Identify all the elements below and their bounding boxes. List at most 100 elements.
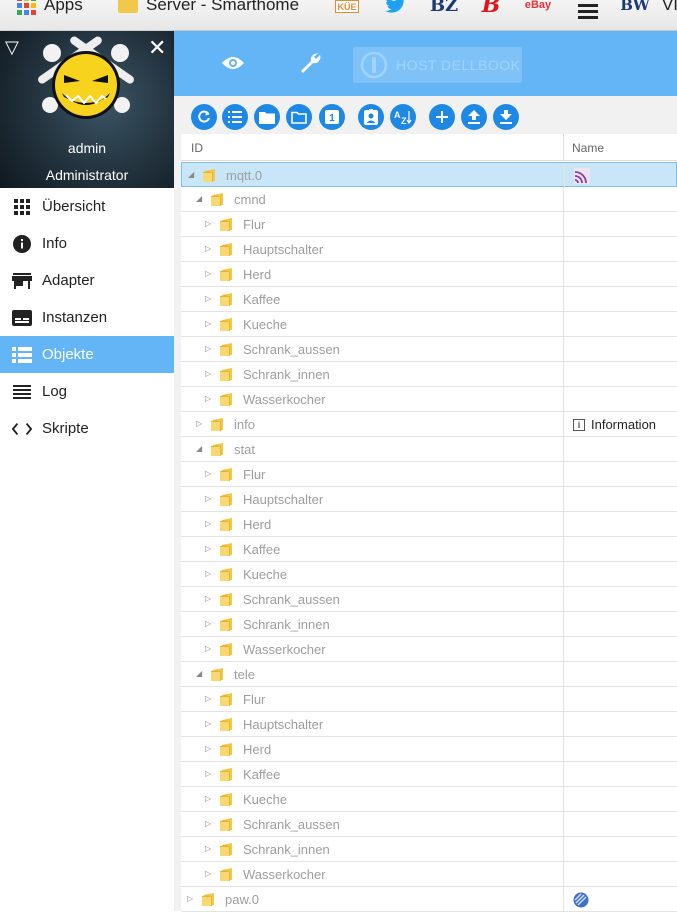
bookmark-b-icon[interactable]: B xyxy=(480,0,502,18)
table-row[interactable]: ▷ Kaffee xyxy=(181,762,677,787)
refresh-button[interactable] xyxy=(191,104,217,130)
expand-triangle-icon[interactable]: ▷ xyxy=(205,295,213,303)
table-row[interactable]: ▷ Schrank_aussen xyxy=(181,337,677,362)
table-row[interactable]: ▷ Hauptschalter xyxy=(181,237,677,262)
list-view-button[interactable] xyxy=(222,104,248,130)
table-row[interactable]: ▷ Schrank_innen xyxy=(181,612,677,637)
table-row[interactable]: ▷ Kueche xyxy=(181,562,677,587)
collapse-triangle-icon[interactable]: ◢ xyxy=(196,670,204,678)
table-row[interactable]: ▷ Herd xyxy=(181,737,677,762)
expand-triangle-icon[interactable]: ▷ xyxy=(205,645,213,653)
table-row[interactable]: ▷ Kueche xyxy=(181,787,677,812)
expand-triangle-icon[interactable]: ▷ xyxy=(205,695,213,703)
sidebar-item-info[interactable]: Info xyxy=(0,225,174,262)
table-row[interactable]: ▷ Hauptschalter xyxy=(181,487,677,512)
expand-triangle-icon[interactable]: ▷ xyxy=(205,245,213,253)
expand-triangle-icon[interactable]: ▷ xyxy=(205,470,213,478)
expand-triangle-icon[interactable]: ▷ xyxy=(205,595,213,603)
bookmark-apps[interactable]: Apps xyxy=(17,0,83,16)
host-selector[interactable]: HOST DELLBOOK xyxy=(353,47,522,83)
table-row[interactable]: ▷ info i Information xyxy=(181,412,677,437)
expand-triangle-icon[interactable]: ▷ xyxy=(205,570,213,578)
table-row[interactable]: ▷ Wasserkocher xyxy=(181,637,677,662)
table-row[interactable]: ▷ Herd xyxy=(181,512,677,537)
table-row[interactable]: ▷ Wasserkocher xyxy=(181,387,677,412)
download-button[interactable] xyxy=(493,104,519,130)
bookmark-ebay-icon[interactable]: eBay xyxy=(525,0,551,14)
expand-triangle-icon[interactable]: ▷ xyxy=(205,770,213,778)
collapse-folders-button[interactable] xyxy=(286,104,312,130)
table-row[interactable]: ▷ Schrank_innen xyxy=(181,362,677,387)
expand-triangle-icon[interactable]: ▷ xyxy=(205,270,213,278)
dropdown-triangle-icon[interactable]: ▽ xyxy=(5,37,19,58)
expand-triangle-icon[interactable]: ▷ xyxy=(205,820,213,828)
bookmark-bz-icon[interactable]: BZ xyxy=(430,0,458,16)
expand-triangle-icon[interactable]: ▷ xyxy=(205,795,213,803)
expand-triangle-icon[interactable]: ▷ xyxy=(205,845,213,853)
user-name: admin xyxy=(67,140,107,156)
column-divider xyxy=(563,512,564,537)
table-row[interactable]: ▷ Hauptschalter xyxy=(181,712,677,737)
expand-triangle-icon[interactable]: ▷ xyxy=(196,420,204,428)
add-object-button[interactable] xyxy=(429,104,455,130)
sidebar-item-log[interactable]: Log xyxy=(0,373,174,410)
close-icon[interactable]: ✕ xyxy=(148,35,166,61)
table-row[interactable]: ▷ Schrank_aussen xyxy=(181,812,677,837)
expand-triangle-icon[interactable]: ▷ xyxy=(205,370,213,378)
eye-icon[interactable] xyxy=(220,50,246,76)
sidebar-item-instanzen[interactable]: Instanzen xyxy=(0,299,174,336)
folder-icon xyxy=(202,892,216,906)
collapse-triangle-icon[interactable]: ◢ xyxy=(188,171,196,179)
expand-triangle-icon[interactable]: ▷ xyxy=(187,895,195,903)
expand-triangle-icon[interactable]: ▷ xyxy=(205,720,213,728)
column-divider[interactable] xyxy=(563,134,564,161)
expand-triangle-icon[interactable]: ▷ xyxy=(205,220,213,228)
table-row[interactable]: ◢ tele xyxy=(181,662,677,687)
table-row[interactable]: ▷ Herd xyxy=(181,262,677,287)
column-divider xyxy=(563,462,564,487)
table-row[interactable]: ◢ stat xyxy=(181,437,677,462)
bookmark-server-smarthome[interactable]: Server - Smarthome xyxy=(118,0,299,16)
bookmark-kue-icon[interactable]: KÜE xyxy=(335,0,359,13)
table-row[interactable]: ◢ mqtt.0 xyxy=(181,162,677,188)
expand-triangle-icon[interactable]: ▷ xyxy=(205,620,213,628)
column-header-id[interactable]: ID xyxy=(191,141,203,155)
table-row[interactable]: ▷ Schrank_aussen xyxy=(181,587,677,612)
expand-triangle-icon[interactable]: ▷ xyxy=(205,395,213,403)
table-row[interactable]: ▷ Kueche xyxy=(181,312,677,337)
upload-button[interactable] xyxy=(461,104,487,130)
bookmark-twitter-icon[interactable] xyxy=(384,0,408,14)
sidebar-item-objekte[interactable]: Objekte xyxy=(0,336,174,373)
sort-az-button[interactable]: AZ xyxy=(390,104,416,130)
table-row[interactable]: ▷ Kaffee xyxy=(181,287,677,312)
expand-triangle-icon[interactable]: ▷ xyxy=(205,520,213,528)
role-view-button[interactable] xyxy=(358,104,384,130)
table-row[interactable]: ▷ Flur xyxy=(181,212,677,237)
sidebar-item-skripte[interactable]: Skripte xyxy=(0,410,174,447)
table-row[interactable]: ▷ Wasserkocher xyxy=(181,862,677,887)
wrench-icon[interactable] xyxy=(298,50,324,76)
expand-triangle-icon[interactable]: ▷ xyxy=(205,545,213,553)
table-row[interactable]: ▷ paw.0 xyxy=(181,887,677,912)
bookmark-menu-icon[interactable] xyxy=(577,2,599,20)
bookmark-bw-icon[interactable]: BW xyxy=(620,0,650,14)
table-row[interactable]: ◢ cmnd xyxy=(181,187,677,212)
collapse-triangle-icon[interactable]: ◢ xyxy=(196,445,204,453)
toggle-level-button[interactable]: 1 xyxy=(319,104,345,130)
sidebar-item-uebersicht[interactable]: Übersicht xyxy=(0,188,174,225)
table-row[interactable]: ▷ Flur xyxy=(181,687,677,712)
table-row[interactable]: ▷ Kaffee xyxy=(181,537,677,562)
expand-triangle-icon[interactable]: ▷ xyxy=(205,495,213,503)
expand-triangle-icon[interactable]: ▷ xyxy=(205,745,213,753)
table-row[interactable]: ▷ Flur xyxy=(181,462,677,487)
table-row[interactable]: ▷ Schrank_innen xyxy=(181,837,677,862)
column-header-name[interactable]: Name xyxy=(572,141,604,155)
sidebar-item-adapter[interactable]: Adapter xyxy=(0,262,174,299)
expand-triangle-icon[interactable]: ▷ xyxy=(205,320,213,328)
expand-triangle-icon[interactable]: ▷ xyxy=(205,870,213,878)
expand-folders-button[interactable] xyxy=(254,104,280,130)
object-id-label: Wasserkocher xyxy=(243,642,326,657)
expand-triangle-icon[interactable]: ▷ xyxy=(205,345,213,353)
bookmark-vi-label[interactable]: VI xyxy=(655,0,677,14)
collapse-triangle-icon[interactable]: ◢ xyxy=(196,195,204,203)
